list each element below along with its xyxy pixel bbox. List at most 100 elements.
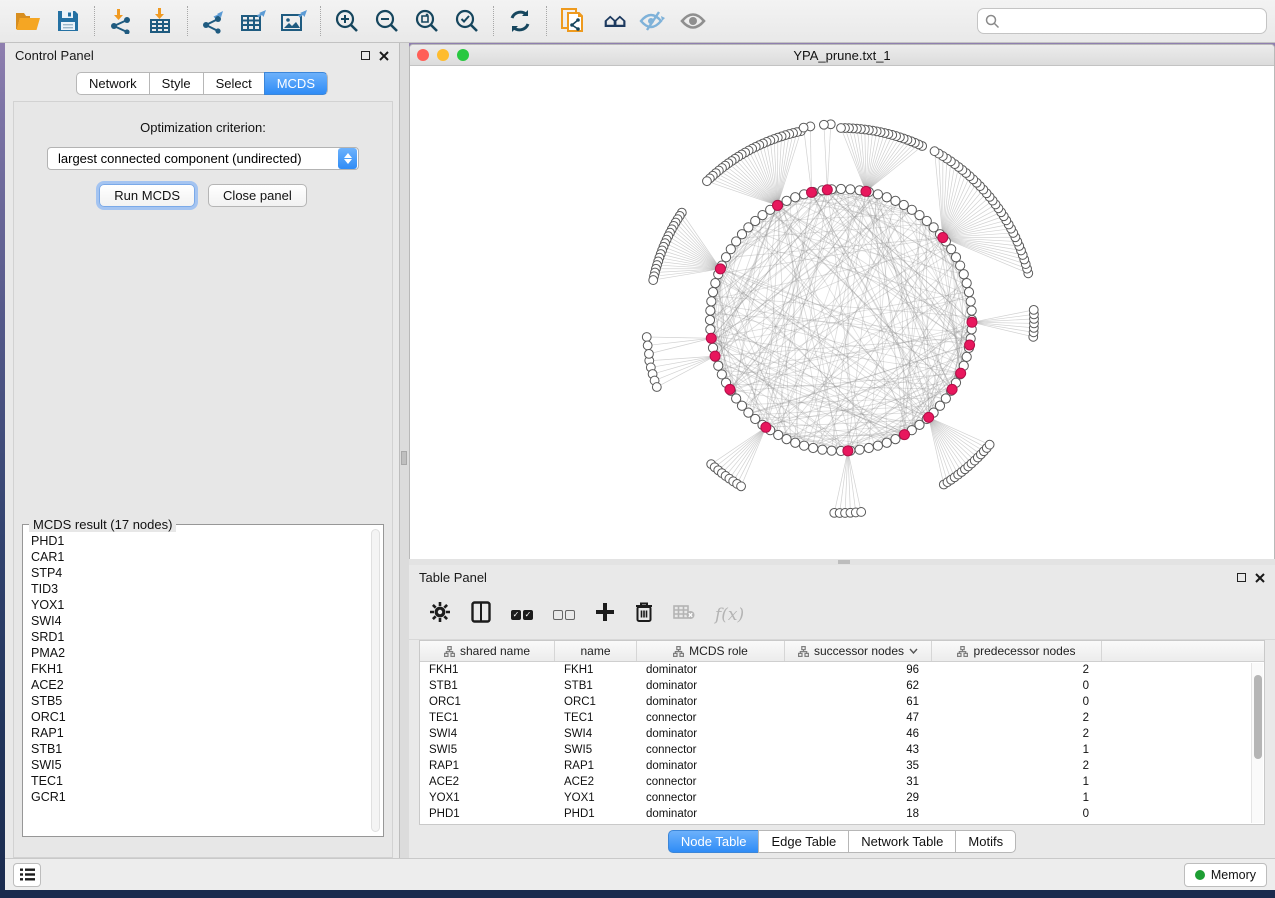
table-row[interactable]: SWI4SWI4dominator462 xyxy=(420,726,1264,742)
table-cell[interactable]: SWI5 xyxy=(420,744,555,756)
close-panel-button[interactable]: Close panel xyxy=(208,184,307,207)
network-window-titlebar[interactable]: YPA_prune.txt_1 xyxy=(410,45,1274,66)
column-header-MCDS-role[interactable]: MCDS role xyxy=(637,641,785,661)
network-node[interactable] xyxy=(827,446,836,455)
table-options-gear-icon[interactable] xyxy=(429,601,451,628)
network-node[interactable] xyxy=(873,190,882,199)
network-node[interactable] xyxy=(962,278,971,287)
mcds-node[interactable] xyxy=(938,233,948,243)
network-node[interactable] xyxy=(891,435,900,444)
show-all-icon[interactable] xyxy=(673,3,713,39)
table-cell[interactable]: STB1 xyxy=(555,680,637,692)
network-node[interactable] xyxy=(964,288,973,297)
table-row[interactable]: TEC1TEC1connector472 xyxy=(420,710,1264,726)
refresh-icon[interactable] xyxy=(500,3,540,39)
mcds-result-item[interactable]: SWI5 xyxy=(27,757,369,773)
export-network-icon[interactable] xyxy=(194,3,234,39)
table-cell[interactable]: 0 xyxy=(932,680,1102,692)
satellite-node[interactable] xyxy=(820,120,829,129)
table-cell[interactable]: 0 xyxy=(932,808,1102,820)
table-row[interactable]: ACE2ACE2connector311 xyxy=(420,774,1264,790)
network-node[interactable] xyxy=(959,270,968,279)
table-cell[interactable]: connector xyxy=(637,776,785,788)
network-node[interactable] xyxy=(882,438,891,447)
mcds-result-item[interactable]: ACE2 xyxy=(27,677,369,693)
mcds-result-item[interactable]: PMA2 xyxy=(27,645,369,661)
table-cell[interactable]: SWI4 xyxy=(420,728,555,740)
table-cell[interactable]: dominator xyxy=(637,728,785,740)
table-cell[interactable]: FKH1 xyxy=(420,664,555,676)
satellite-node[interactable] xyxy=(703,177,712,186)
network-node[interactable] xyxy=(714,361,723,370)
network-node[interactable] xyxy=(717,370,726,379)
tab-motifs[interactable]: Motifs xyxy=(955,830,1016,853)
mcds-result-item[interactable]: TID3 xyxy=(27,581,369,597)
mcds-node[interactable] xyxy=(956,368,966,378)
mcds-result-list[interactable]: PHD1CAR1STP4TID3YOX1SWI4SRD1PMA2FKH1ACE2… xyxy=(27,533,369,832)
table-cell[interactable]: 2 xyxy=(932,712,1102,724)
table-cell[interactable]: ORC1 xyxy=(555,696,637,708)
network-node[interactable] xyxy=(962,352,971,361)
mcds-node[interactable] xyxy=(706,333,716,343)
table-cell[interactable]: FKH1 xyxy=(555,664,637,676)
table-cell[interactable]: ACE2 xyxy=(420,776,555,788)
float-panel-icon[interactable] xyxy=(361,51,370,60)
mcds-result-item[interactable]: RAP1 xyxy=(27,725,369,741)
clone-network-icon[interactable] xyxy=(553,3,593,39)
mcds-result-item[interactable]: ORC1 xyxy=(27,709,369,725)
mcds-result-item[interactable]: FKH1 xyxy=(27,661,369,677)
table-cell[interactable]: 2 xyxy=(932,760,1102,772)
column-visibility-icon[interactable] xyxy=(471,601,491,628)
table-row[interactable]: STB1STB1dominator620 xyxy=(420,678,1264,694)
network-node[interactable] xyxy=(956,261,965,270)
network-node[interactable] xyxy=(846,185,855,194)
network-node[interactable] xyxy=(864,443,873,452)
table-cell[interactable]: 1 xyxy=(932,776,1102,788)
mcds-result-item[interactable]: STP4 xyxy=(27,565,369,581)
network-node[interactable] xyxy=(706,306,715,315)
table-cell[interactable]: 46 xyxy=(785,728,932,740)
tab-network-table[interactable]: Network Table xyxy=(848,830,955,853)
mcds-result-item[interactable]: TEC1 xyxy=(27,773,369,789)
mcds-node[interactable] xyxy=(861,186,871,196)
import-network-icon[interactable] xyxy=(101,3,141,39)
table-cell[interactable]: dominator xyxy=(637,760,785,772)
tab-select[interactable]: Select xyxy=(203,72,264,95)
table-cell[interactable]: YOX1 xyxy=(420,792,555,804)
mcds-result-item[interactable]: YOX1 xyxy=(27,597,369,613)
mcds-result-item[interactable]: STB5 xyxy=(27,693,369,709)
satellite-node[interactable] xyxy=(642,333,651,342)
table-cell[interactable]: connector xyxy=(637,712,785,724)
table-cell[interactable]: SWI4 xyxy=(555,728,637,740)
satellite-node[interactable] xyxy=(737,482,746,491)
table-row[interactable]: SWI5SWI5connector431 xyxy=(420,742,1264,758)
close-panel-icon[interactable] xyxy=(1255,573,1265,583)
table-cell[interactable]: 61 xyxy=(785,696,932,708)
table-cell[interactable]: 18 xyxy=(785,808,932,820)
mcds-node[interactable] xyxy=(900,430,910,440)
zoom-out-icon[interactable] xyxy=(367,3,407,39)
satellite-node[interactable] xyxy=(1029,305,1038,314)
satellite-node[interactable] xyxy=(649,276,658,285)
table-cell[interactable]: 0 xyxy=(932,696,1102,708)
network-node[interactable] xyxy=(818,445,827,454)
vertical-splitter[interactable] xyxy=(400,43,409,858)
table-cell[interactable]: connector xyxy=(637,792,785,804)
table-cell[interactable]: dominator xyxy=(637,664,785,676)
add-column-icon[interactable] xyxy=(595,602,615,627)
network-node[interactable] xyxy=(707,297,716,306)
table-scrollbar[interactable] xyxy=(1251,663,1263,823)
satellite-node[interactable] xyxy=(645,349,654,358)
tab-edge-table[interactable]: Edge Table xyxy=(758,830,848,853)
zoom-fit-icon[interactable] xyxy=(407,3,447,39)
mcds-node[interactable] xyxy=(715,264,725,274)
satellite-node[interactable] xyxy=(799,123,808,132)
first-neighbors-icon[interactable]: ⌂⌂ xyxy=(593,3,633,39)
network-node[interactable] xyxy=(782,196,791,205)
mcds-result-item[interactable]: GCR1 xyxy=(27,789,369,805)
mcds-node[interactable] xyxy=(965,340,975,350)
table-row[interactable]: ORC1ORC1dominator610 xyxy=(420,694,1264,710)
table-cell[interactable]: YOX1 xyxy=(555,792,637,804)
mcds-node[interactable] xyxy=(947,384,957,394)
table-cell[interactable]: RAP1 xyxy=(555,760,637,772)
